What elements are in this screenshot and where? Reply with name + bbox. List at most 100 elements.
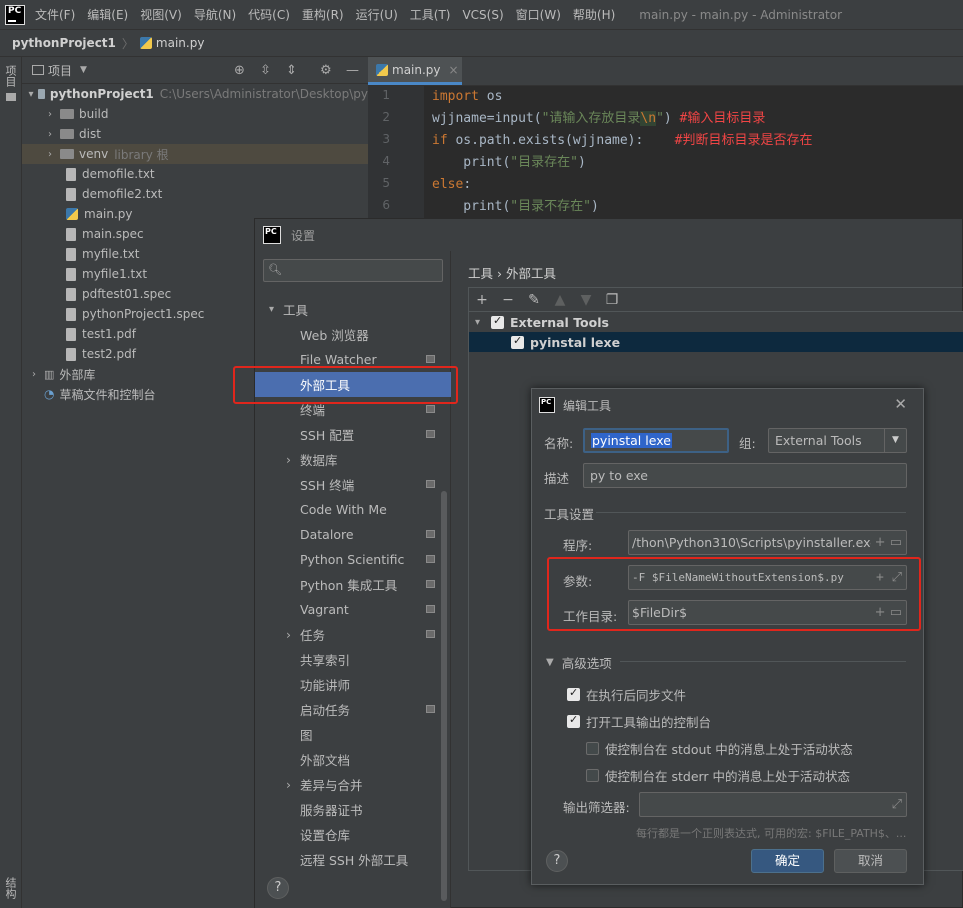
menu-navigate[interactable]: 导航(N) bbox=[194, 6, 236, 23]
editor-tab-main-py[interactable]: main.py × bbox=[368, 57, 462, 85]
chevron-right-icon[interactable]: › bbox=[44, 149, 56, 160]
arguments-input[interactable]: -F $FileNameWithoutExtension$.py + ⤢ bbox=[628, 565, 907, 590]
settings-item-external-tools[interactable]: 外部工具 bbox=[255, 372, 451, 397]
settings-item[interactable]: › 差异与合并 bbox=[255, 772, 451, 797]
chevron-down-icon[interactable]: ▾ bbox=[269, 304, 283, 315]
chevron-down-icon[interactable]: ▾ bbox=[28, 89, 34, 100]
settings-item[interactable]: 终端 bbox=[255, 397, 451, 422]
chevron-down-icon[interactable]: ▼ bbox=[546, 657, 554, 668]
move-up-icon[interactable]: ▲ bbox=[553, 292, 567, 308]
tool-enabled-checkbox[interactable] bbox=[511, 334, 524, 349]
stderr-checkbox[interactable] bbox=[586, 769, 599, 782]
menu-tools[interactable]: 工具(T) bbox=[410, 6, 451, 23]
stderr-option[interactable]: 使控制台在 stderr 中的消息上处于活动状态 bbox=[586, 766, 850, 785]
chevron-down-icon[interactable]: ▼ bbox=[80, 65, 87, 75]
menu-edit[interactable]: 编辑(E) bbox=[87, 6, 128, 23]
chevron-right-icon[interactable]: › bbox=[44, 129, 56, 140]
code-editor[interactable]: import os wjjname=input("请输入存放目录\n") #输入… bbox=[424, 86, 963, 226]
chevron-down-icon[interactable]: ▼ bbox=[884, 429, 906, 452]
settings-item-tools[interactable]: ▾ 工具 bbox=[255, 297, 451, 322]
sidebar-scrollbar[interactable] bbox=[441, 491, 447, 901]
settings-item[interactable]: Python Scientific bbox=[255, 547, 451, 572]
settings-item[interactable]: Code With Me bbox=[255, 497, 451, 522]
tree-item-file[interactable]: demofile.txt bbox=[22, 164, 368, 184]
browse-folder-icon[interactable]: ▭ bbox=[890, 605, 902, 620]
chevron-down-icon[interactable]: ▾ bbox=[475, 317, 487, 328]
settings-item[interactable]: 图 bbox=[255, 722, 451, 747]
tree-group-external-tools[interactable]: ▾ External Tools bbox=[469, 312, 963, 332]
description-input[interactable]: py to exe bbox=[583, 463, 907, 488]
help-button[interactable]: ? bbox=[546, 850, 568, 872]
add-icon[interactable]: + bbox=[475, 292, 489, 308]
menu-file[interactable]: 文件(F) bbox=[35, 6, 75, 23]
settings-search-input[interactable]: 🔍︎ bbox=[263, 259, 443, 282]
close-icon[interactable]: × bbox=[449, 63, 459, 77]
expand-icon[interactable]: ⤢ bbox=[892, 570, 902, 585]
menu-vcs[interactable]: VCS(S) bbox=[462, 8, 503, 22]
settings-item[interactable]: 外部文档 bbox=[255, 747, 451, 772]
menu-refactor[interactable]: 重构(R) bbox=[302, 6, 344, 23]
output-filter-input[interactable]: ⤢ bbox=[639, 792, 907, 817]
settings-item[interactable]: 启动任务 bbox=[255, 697, 451, 722]
expand-all-icon[interactable]: ⇳ bbox=[260, 63, 271, 78]
project-panel-title[interactable]: 项目 bbox=[48, 62, 72, 79]
menu-code[interactable]: 代码(C) bbox=[248, 6, 290, 23]
tree-item-file[interactable]: demofile2.txt bbox=[22, 184, 368, 204]
structure-tool-tab[interactable]: 结构 bbox=[2, 877, 18, 899]
gear-icon[interactable]: ⚙ bbox=[320, 63, 332, 78]
minimize-icon[interactable]: — bbox=[346, 63, 359, 78]
settings-item[interactable]: File Watcher bbox=[255, 347, 451, 372]
project-tool-tab[interactable]: 项目 bbox=[2, 65, 18, 87]
tree-root[interactable]: ▾ pythonProject1 C:\Users\Administrator\… bbox=[22, 84, 368, 104]
breadcrumb-file[interactable]: main.py bbox=[139, 36, 204, 50]
program-input[interactable]: /thon\Python310\Scripts\pyinstaller.exe … bbox=[628, 530, 907, 555]
tree-item-venv[interactable]: › venv library 根 bbox=[22, 144, 368, 164]
settings-item[interactable]: › 任务 bbox=[255, 622, 451, 647]
advanced-options-toggle[interactable]: ▼ 高级选项 bbox=[546, 653, 612, 672]
settings-item[interactable]: 远程 SSH 外部工具 bbox=[255, 847, 451, 872]
insert-macro-icon[interactable]: + bbox=[876, 570, 884, 585]
stdout-option[interactable]: 使控制台在 stdout 中的消息上处于活动状态 bbox=[586, 739, 853, 758]
settings-item[interactable]: 共享索引 bbox=[255, 647, 451, 672]
group-enabled-checkbox[interactable] bbox=[491, 314, 504, 329]
tree-tool-pyinstaller[interactable]: pyinstal lexe bbox=[469, 332, 963, 352]
ok-button[interactable]: 确定 bbox=[751, 849, 824, 873]
browse-folder-icon[interactable]: ▭ bbox=[890, 535, 902, 550]
settings-item[interactable]: 功能讲师 bbox=[255, 672, 451, 697]
stdout-checkbox[interactable] bbox=[586, 742, 599, 755]
tree-item-build[interactable]: › build bbox=[22, 104, 368, 124]
settings-item[interactable]: Web 浏览器 bbox=[255, 322, 451, 347]
chevron-right-icon[interactable]: › bbox=[44, 109, 56, 120]
tree-item-dist[interactable]: › dist bbox=[22, 124, 368, 144]
menu-view[interactable]: 视图(V) bbox=[140, 6, 182, 23]
name-input[interactable]: pyinstal lexe bbox=[583, 428, 729, 453]
expand-icon[interactable]: ⤢ bbox=[892, 793, 902, 816]
chevron-right-icon[interactable]: › bbox=[286, 452, 300, 467]
settings-item[interactable]: Datalore bbox=[255, 522, 451, 547]
menu-run[interactable]: 运行(U) bbox=[356, 6, 398, 23]
settings-item[interactable]: 设置仓库 bbox=[255, 822, 451, 847]
settings-item[interactable]: Python 集成工具 bbox=[255, 572, 451, 597]
settings-item[interactable]: SSH 配置 bbox=[255, 422, 451, 447]
menu-window[interactable]: 窗口(W) bbox=[516, 6, 561, 23]
locate-file-icon[interactable]: ⊕ bbox=[234, 63, 245, 78]
chevron-right-icon[interactable]: › bbox=[28, 369, 40, 380]
breadcrumb-project[interactable]: pythonProject1 bbox=[12, 36, 116, 50]
copy-icon[interactable]: ❐ bbox=[605, 292, 619, 308]
chevron-right-icon[interactable]: › bbox=[286, 627, 300, 642]
menu-help[interactable]: 帮助(H) bbox=[573, 6, 615, 23]
open-console-option[interactable]: 打开工具输出的控制台 bbox=[567, 712, 711, 731]
group-combobox[interactable]: External Tools ▼ bbox=[768, 428, 907, 453]
close-icon[interactable]: ✕ bbox=[894, 395, 907, 413]
open-console-checkbox[interactable] bbox=[567, 713, 580, 728]
settings-item[interactable]: 服务器证书 bbox=[255, 797, 451, 822]
sync-files-checkbox[interactable] bbox=[567, 686, 580, 701]
help-button[interactable]: ? bbox=[267, 877, 289, 899]
collapse-all-icon[interactable]: ⇕ bbox=[286, 63, 297, 78]
remove-icon[interactable]: − bbox=[501, 292, 515, 308]
sync-files-option[interactable]: 在执行后同步文件 bbox=[567, 685, 686, 704]
settings-item[interactable]: SSH 终端 bbox=[255, 472, 451, 497]
move-down-icon[interactable]: ▼ bbox=[579, 292, 593, 308]
settings-item[interactable]: › 数据库 bbox=[255, 447, 451, 472]
chevron-right-icon[interactable]: › bbox=[286, 777, 300, 792]
